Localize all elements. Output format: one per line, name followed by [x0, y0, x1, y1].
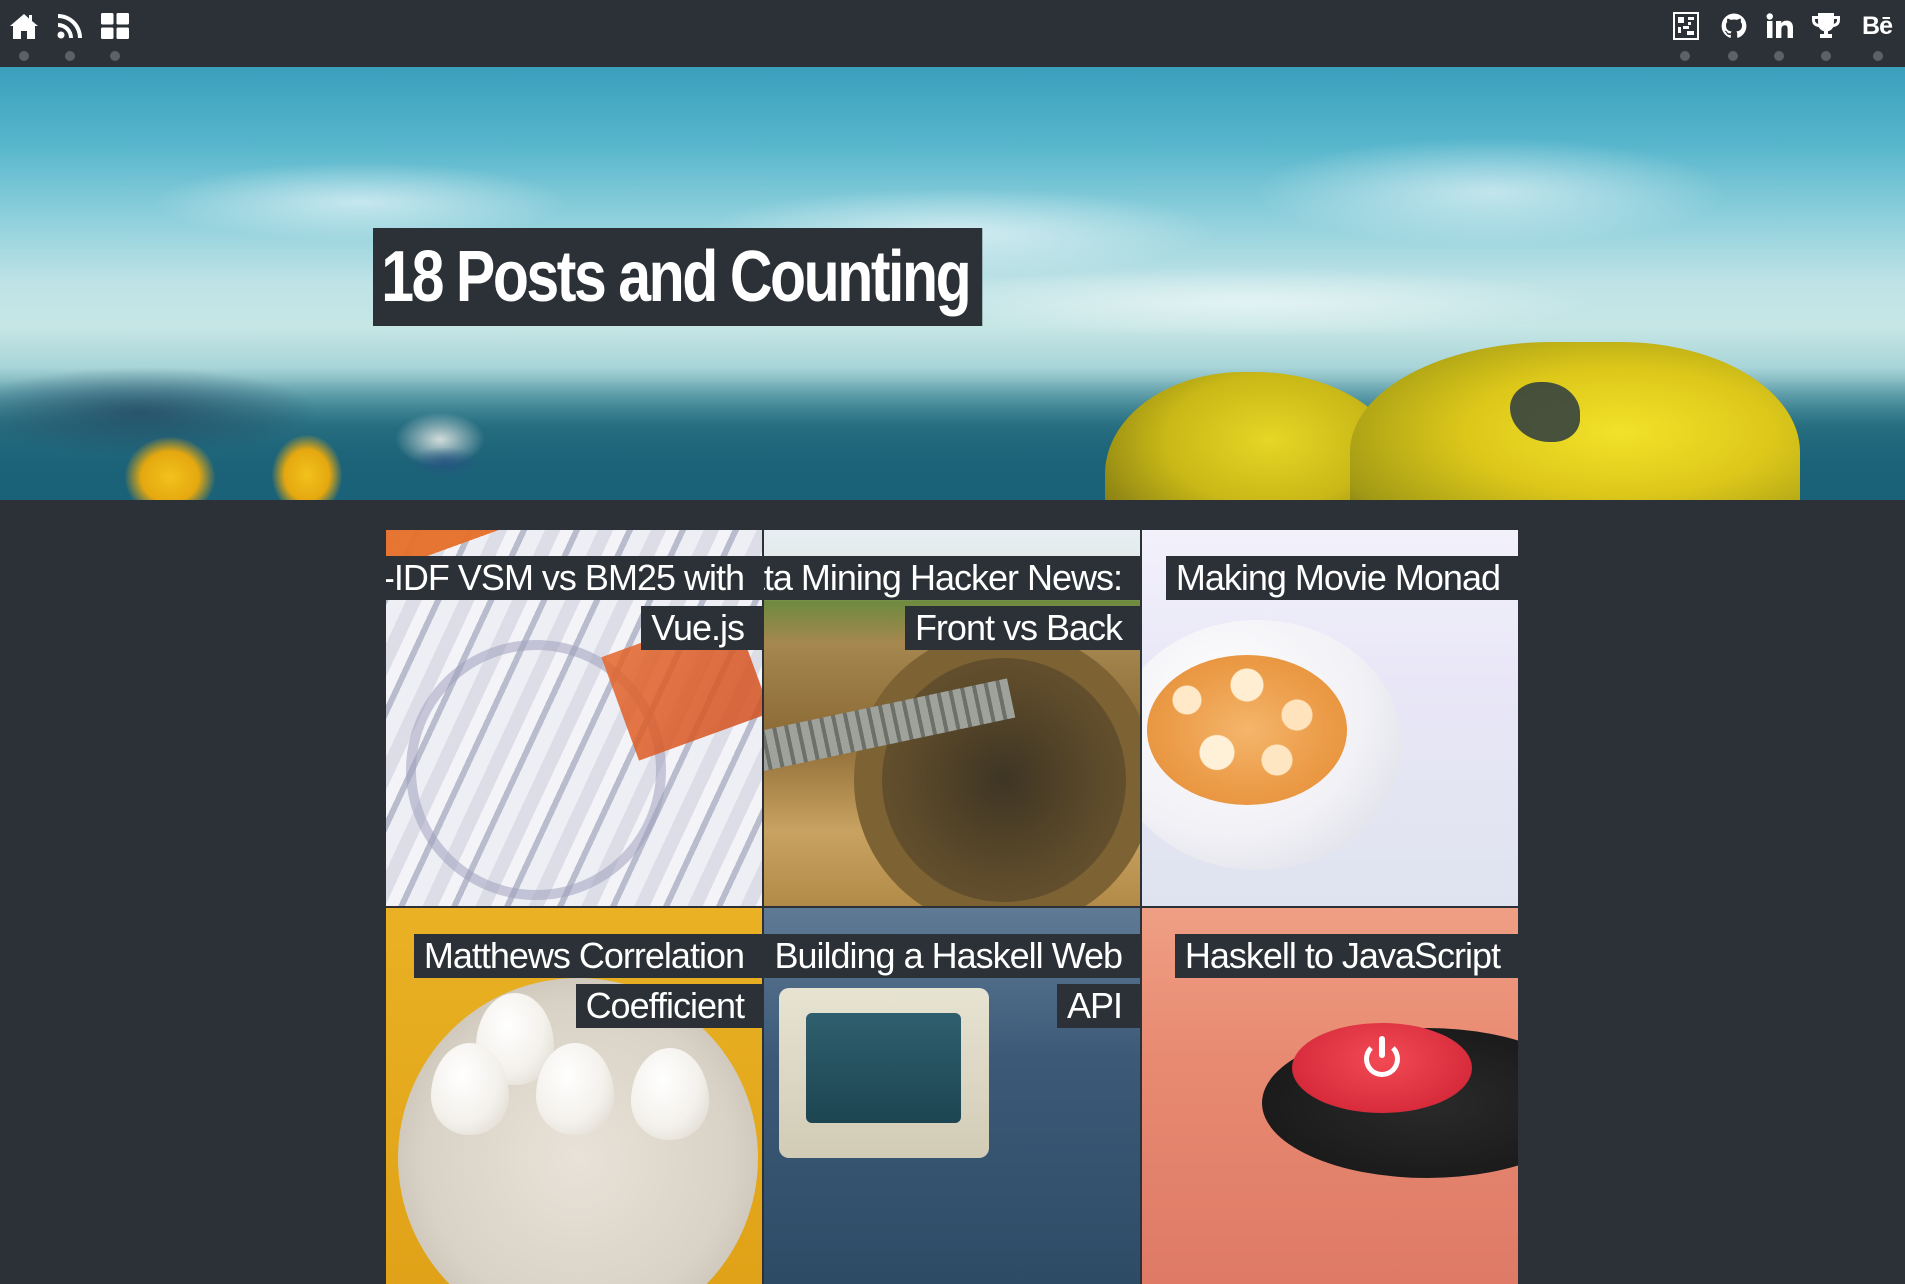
post-card[interactable]: Data Mining Hacker News: Front vs Back — [764, 530, 1140, 906]
nav-indicator-dot — [1680, 51, 1690, 61]
nav-indicator-dot — [19, 51, 29, 61]
nav-indicator-dot — [1774, 51, 1784, 61]
behance-icon[interactable]: Bē — [1857, 10, 1897, 42]
grid-icon[interactable] — [99, 10, 131, 42]
post-title: Building a Haskell Web API — [764, 934, 1140, 1034]
post-title: Matthews Correlation Coefficient — [413, 934, 762, 1034]
post-title-line: API — [1056, 984, 1140, 1028]
qr-code-icon[interactable] — [1670, 10, 1702, 42]
post-title-line: Haskell to JavaScript — [1174, 934, 1518, 978]
behance-icon-text: Bē — [1862, 11, 1893, 40]
nav-indicator-dot — [1873, 51, 1883, 61]
thumbnail-detail — [1147, 655, 1347, 805]
github-icon[interactable] — [1718, 10, 1750, 42]
posts-grid: TF-IDF VSM vs BM25 with Vue.js Data Mini… — [386, 530, 1518, 1284]
top-navigation-bar: Bē — [0, 0, 1905, 67]
power-icon-line — [1379, 1036, 1385, 1058]
post-title-line: Matthews Correlation — [413, 934, 762, 978]
post-card[interactable]: TF-IDF VSM vs BM25 with Vue.js — [386, 530, 762, 906]
post-title: Making Movie Monad — [1165, 556, 1518, 606]
nav-indicator-dot — [65, 51, 75, 61]
post-title: Data Mining Hacker News: Front vs Back — [764, 556, 1140, 656]
post-title-line: Building a Haskell Web — [764, 934, 1140, 978]
post-title: TF-IDF VSM vs BM25 with Vue.js — [386, 556, 762, 656]
nav-indicator-dot — [1728, 51, 1738, 61]
home-icon[interactable] — [8, 10, 40, 42]
post-title: Haskell to JavaScript — [1174, 934, 1518, 984]
hero-cloud — [1250, 137, 1730, 247]
page-title: 18 Posts and Counting — [373, 228, 983, 326]
hero-cloud — [900, 267, 1600, 337]
post-title-line: Vue.js — [641, 606, 762, 650]
post-title-line: Data Mining Hacker News: — [764, 556, 1140, 600]
post-title-line: TF-IDF VSM vs BM25 with — [386, 556, 762, 600]
hero-ship-hull — [410, 447, 480, 477]
thumbnail-detail — [854, 630, 1140, 906]
post-card[interactable]: Matthews Correlation Coefficient — [386, 908, 762, 1284]
post-title-line: Coefficient — [575, 984, 762, 1028]
post-title-line: Front vs Back — [904, 606, 1140, 650]
post-title-line: Making Movie Monad — [1165, 556, 1518, 600]
nav-indicator-dot — [1821, 51, 1831, 61]
post-card[interactable]: Haskell to JavaScript — [1142, 908, 1518, 1284]
linkedin-icon[interactable] — [1764, 10, 1796, 42]
nav-indicator-dot — [110, 51, 120, 61]
post-card[interactable]: Making Movie Monad — [1142, 530, 1518, 906]
post-card[interactable]: Building a Haskell Web API — [764, 908, 1140, 1284]
rss-icon[interactable] — [54, 10, 86, 42]
trophy-icon[interactable] — [1810, 10, 1842, 42]
